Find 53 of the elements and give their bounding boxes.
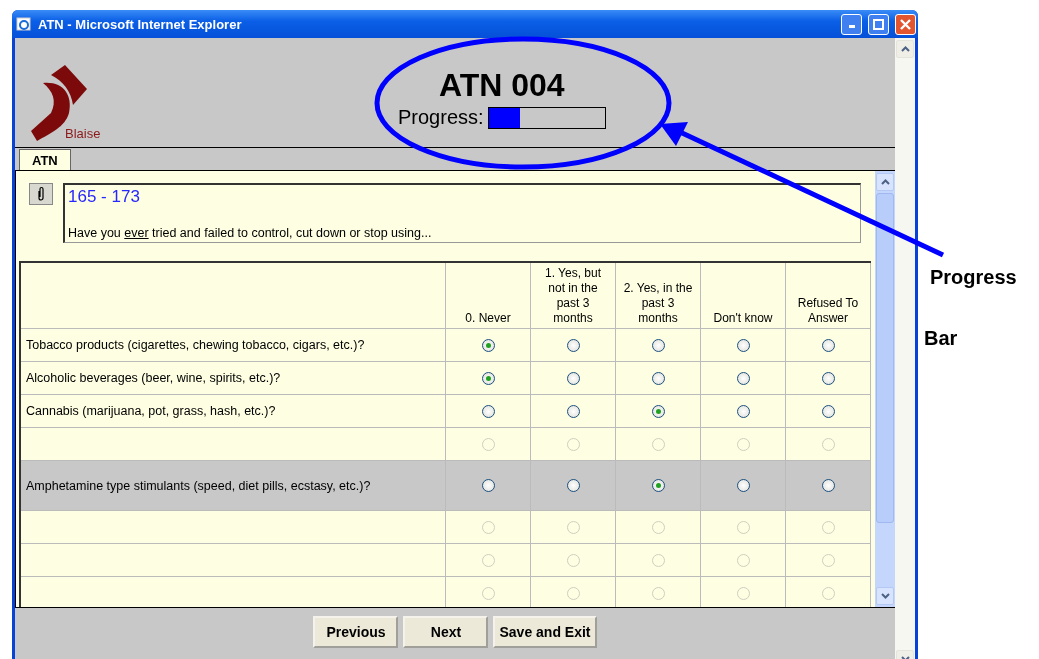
nav-button[interactable]: Next <box>403 616 489 648</box>
radio-button[interactable] <box>566 371 580 385</box>
minimize-button[interactable] <box>841 13 862 35</box>
scroll-up-button[interactable] <box>876 173 894 191</box>
chevron-up-icon <box>880 179 890 185</box>
row-label: Tobacco products (cigarettes, chewing tobacco, cigars, etc.)? <box>21 329 446 362</box>
chevron-down-icon <box>880 593 890 599</box>
radio-button[interactable] <box>651 371 665 385</box>
page-scrollbar[interactable] <box>895 38 915 659</box>
maximize-button[interactable] <box>868 13 889 35</box>
radio-button[interactable] <box>566 338 580 352</box>
scrollbar[interactable] <box>875 171 895 607</box>
annotation-text: Bar <box>924 327 959 350</box>
logo-text: Blaise <box>65 126 101 141</box>
radio-button[interactable] <box>651 338 665 352</box>
nav-button[interactable]: Save and Exit <box>493 616 597 648</box>
paperclip-icon <box>37 186 45 202</box>
radio-button[interactable] <box>821 371 835 385</box>
close-icon <box>900 18 911 30</box>
form-title: ATN 004 <box>438 67 565 104</box>
close-button[interactable] <box>895 13 916 35</box>
tab[interactable]: ATN <box>19 149 71 170</box>
annotation-text: Progress <box>930 266 1017 289</box>
radio-button[interactable] <box>821 479 835 492</box>
attachment-button[interactable] <box>29 183 53 205</box>
browser-icon <box>16 16 32 32</box>
scroll-up-button[interactable] <box>896 40 914 58</box>
nav-button[interactable]: Previous <box>313 616 399 648</box>
progress-label: Progress: <box>398 106 484 129</box>
row-label: Amphetamine type stimulants (speed, diet pills, ecstasy, etc.)? <box>21 461 446 511</box>
radio-button[interactable] <box>481 479 495 492</box>
radio-button[interactable] <box>481 338 495 352</box>
radio-button[interactable] <box>566 479 580 492</box>
row-label: Cannabis (marijuana, pot, grass, hash, etc.)? <box>21 395 446 428</box>
radio-button[interactable] <box>736 371 750 385</box>
scroll-down-button[interactable] <box>876 587 894 605</box>
scroll-thumb[interactable] <box>876 193 894 523</box>
radio-button[interactable] <box>481 404 495 418</box>
row-label: Alcoholic beverages (beer, wine, spirits, etc.)? <box>21 362 446 395</box>
radio-button[interactable] <box>651 404 665 418</box>
radio-button[interactable] <box>821 404 835 418</box>
radio-button[interactable] <box>566 404 580 418</box>
radio-button[interactable] <box>821 338 835 352</box>
chevron-up-icon <box>900 46 910 52</box>
radio-button[interactable] <box>651 479 665 492</box>
radio-button[interactable] <box>736 338 750 352</box>
window-title: ATN - Microsoft Internet Explorer <box>38 16 243 32</box>
question-number: 165 - 173 <box>68 187 141 207</box>
radio-button[interactable] <box>736 479 750 492</box>
maximize-icon <box>873 18 884 30</box>
radio-button[interactable] <box>481 371 495 385</box>
radio-button[interactable] <box>736 404 750 418</box>
question-text: Have you ever tried and failed to control, cut down or stop using... <box>68 226 433 240</box>
